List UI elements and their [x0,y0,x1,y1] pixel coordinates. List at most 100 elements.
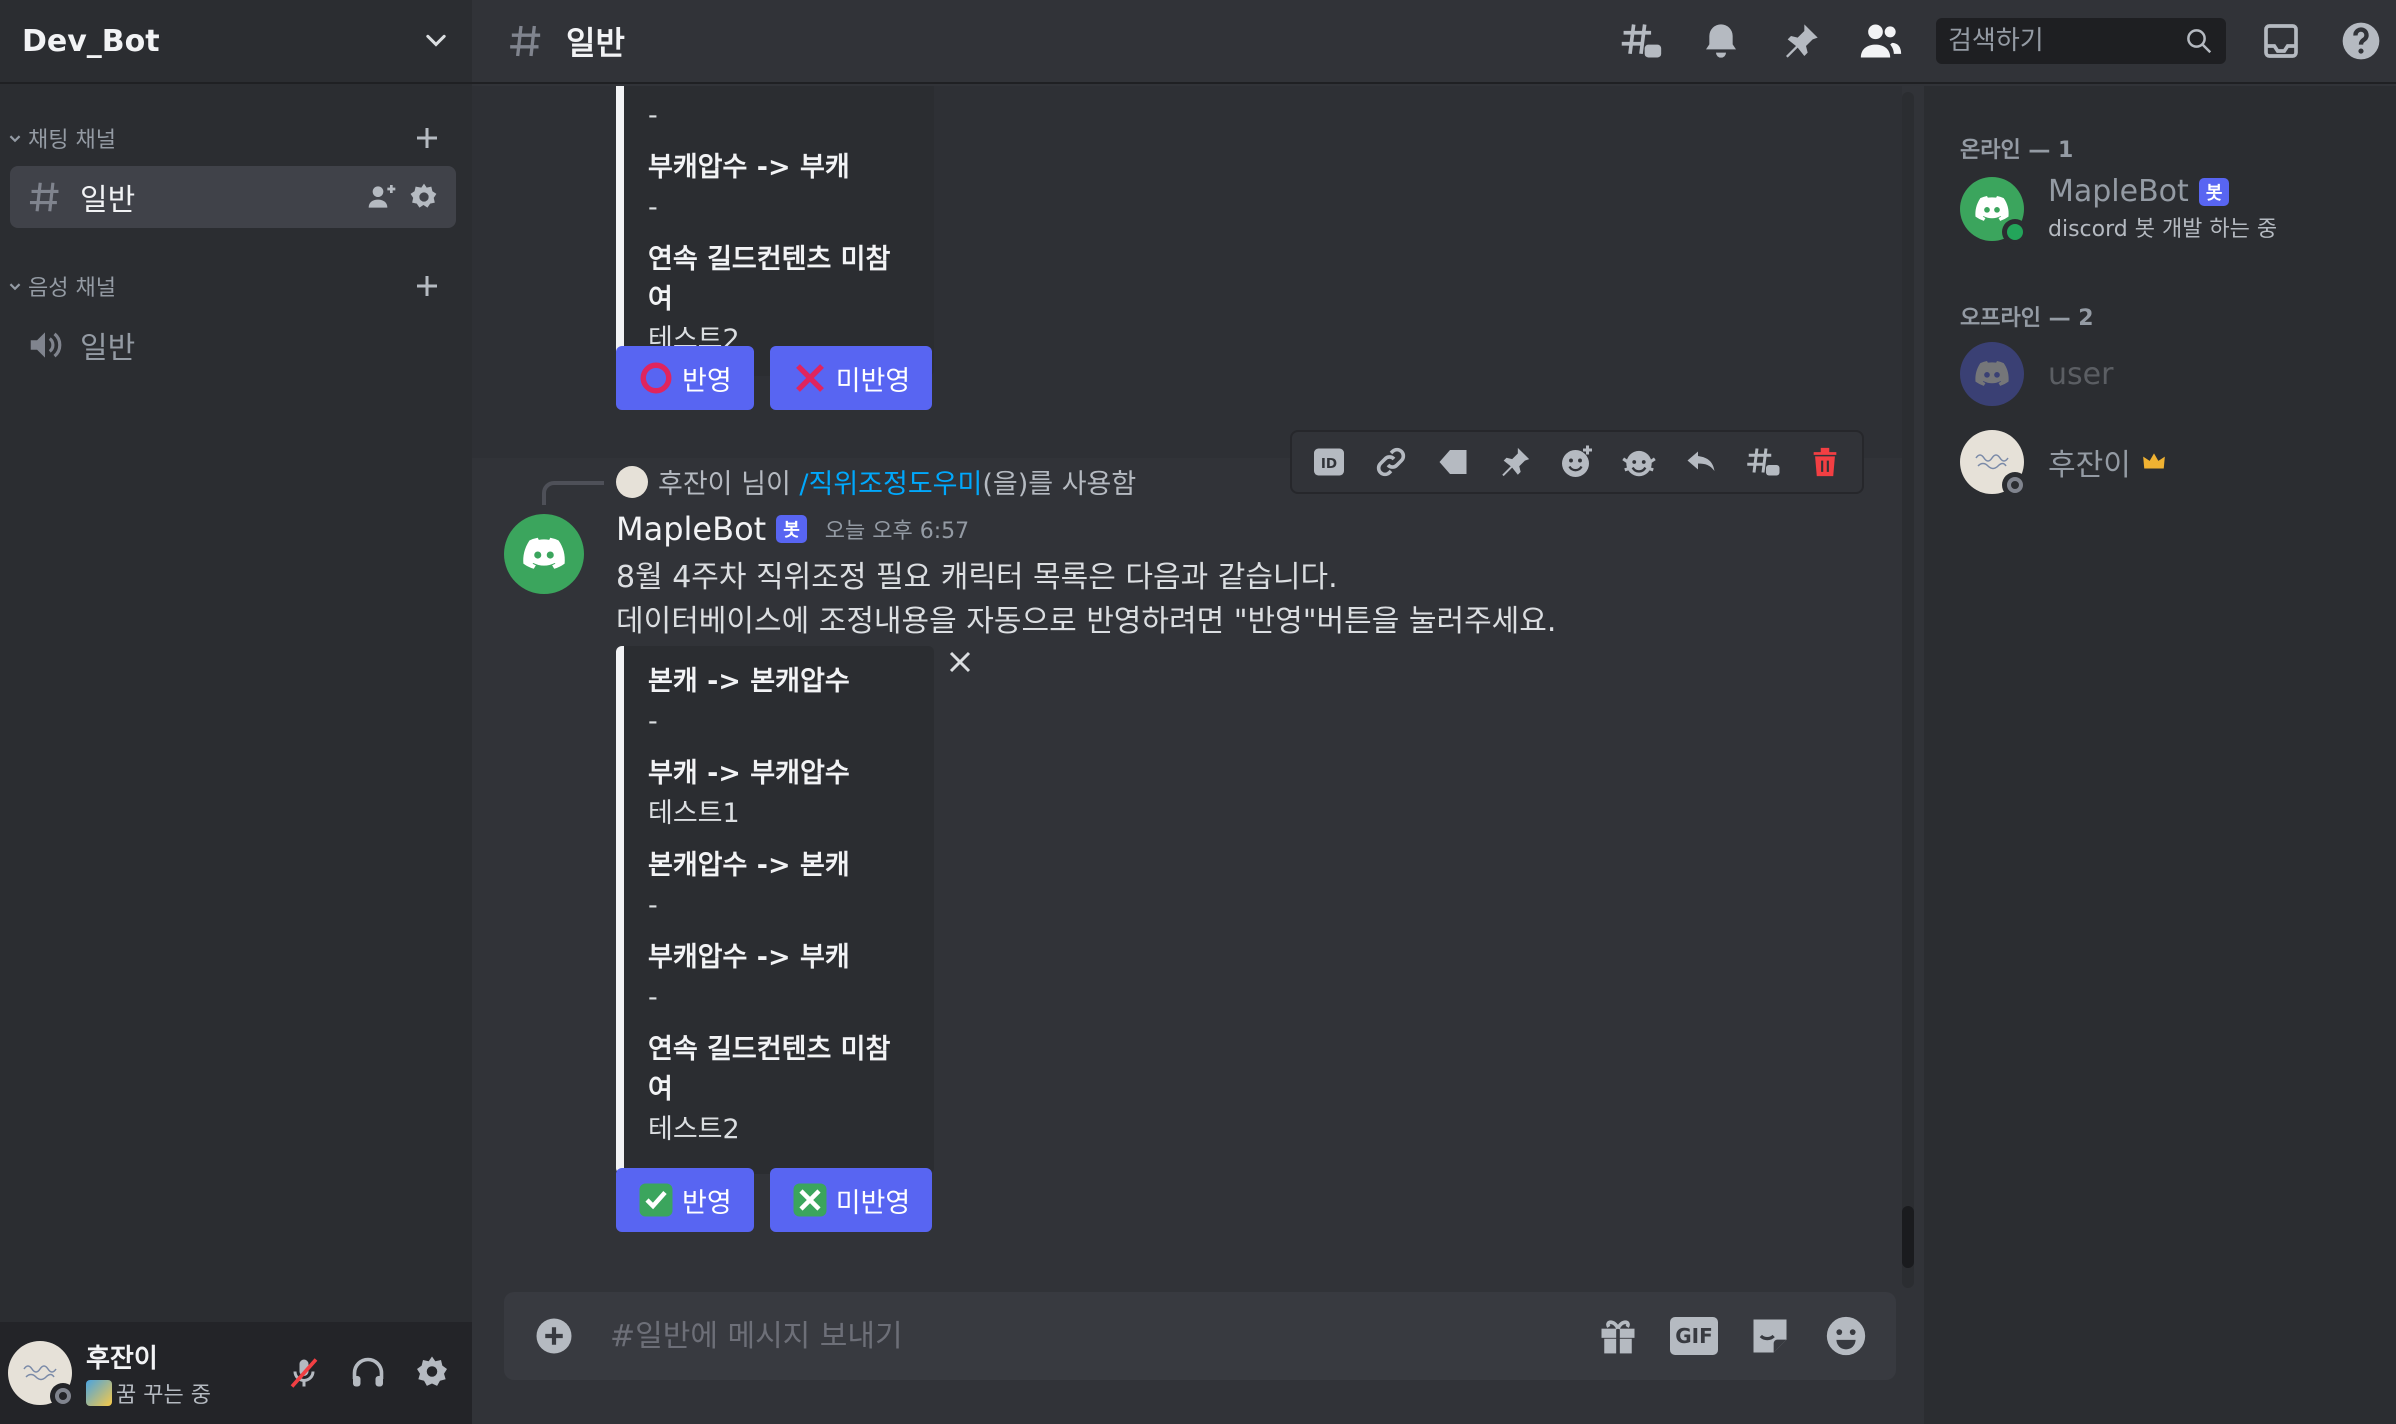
embed-field-value: - [648,192,658,223]
status-offline-indicator [2002,472,2028,498]
scrollbar-thumb[interactable] [1902,1206,1914,1268]
notification-settings-button[interactable] [1696,16,1746,66]
member-item[interactable]: MapleBot 봇 discord 봇 개발 하는 중 [1960,174,2277,245]
interaction-user[interactable]: 후잔이 [658,462,733,501]
gift-button[interactable] [1588,1306,1648,1366]
server-header[interactable]: Dev_Bot [0,0,472,84]
message-timestamp: 오늘 오후 6:57 [824,519,970,544]
category-voice-channels[interactable]: 음성 채널 [0,266,472,306]
embed-field-name: 본캐 -> 본캐압수 [648,666,850,697]
threads-button[interactable] [1616,16,1666,66]
category-label: 채팅 채널 [28,128,116,153]
apply-button[interactable]: 반영 [616,346,754,410]
embed-field-value: - [648,706,658,737]
search-input[interactable] [1948,26,2184,56]
embed-field-name: 연속 길드컨텐츠 미참여 [648,244,891,315]
trash-icon [1813,447,1837,477]
pinned-messages-button[interactable] [1776,16,1826,66]
inbox-icon [2264,24,2298,58]
sticker-icon [1753,1319,1787,1353]
embed-field-value: 테스트1 [648,798,740,829]
upload-button[interactable] [524,1306,584,1366]
deafen-button[interactable] [336,1341,400,1405]
avatar [1960,430,2028,498]
reject-button[interactable]: 미반영 [769,1168,933,1232]
command-interaction-line[interactable]: 후잔이 님이 /직위조정도우미 (을)를 사용함 [616,462,1136,501]
invite-user-icon[interactable] [366,181,398,213]
message-input[interactable] [610,1318,1572,1354]
message-list: - 부캐압수 -> 부캐 - 연속 길드컨텐츠 미참여 테스트2 반영 미반영 … [472,86,1924,1326]
sticker-button[interactable] [1740,1306,1800,1366]
emoji-button[interactable] [1816,1306,1876,1366]
copy-link-button[interactable] [1367,438,1415,486]
add-channel-icon[interactable] [412,123,442,153]
channel-general-text[interactable]: 일반 [10,166,456,228]
apply-button[interactable]: 반영 [616,1168,754,1232]
help-icon [2342,22,2380,60]
member-name: MapleBot [2048,174,2189,209]
help-button[interactable] [2336,16,2386,66]
avatar[interactable] [8,1341,76,1409]
embed-field-value: - [648,890,658,921]
chevron-down-icon [9,283,21,291]
member-list-button[interactable] [1856,16,1906,66]
add-reaction-button[interactable] [1553,438,1601,486]
avatar [1960,342,2024,406]
message-author[interactable]: MapleBot [616,510,766,548]
user-info[interactable]: 후잔이 꿈 꾸는 중 [86,1338,272,1409]
gif-button[interactable]: GIF [1664,1306,1724,1366]
super-reaction-button[interactable] [1615,438,1663,486]
add-channel-icon[interactable] [412,271,442,301]
chevron-down-icon[interactable] [422,27,450,55]
gift-icon [1601,1320,1635,1355]
embed-field-value: - [648,982,658,1013]
message-text-line: 8월 4주차 직위조정 필요 캐릭터 목록은 다음과 같습니다. [616,560,1338,595]
category-label: 음성 채널 [28,276,116,301]
member-info: MapleBot 봇 discord 봇 개발 하는 중 [2048,174,2277,243]
bot-badge: 봇 [2198,177,2230,206]
headphones-icon [352,1357,384,1387]
bot-avatar[interactable] [504,514,584,594]
mark-unread-button[interactable] [1429,438,1477,486]
copy-id-button[interactable]: ID [1305,438,1353,486]
member-item[interactable]: user [1960,342,2113,406]
discord-logo-icon [523,537,565,569]
embed-field-value: 테스트2 [648,1114,740,1145]
pin-message-button[interactable] [1491,438,1539,486]
id-icon: ID [1314,448,1344,476]
add-reaction-icon [1562,445,1592,477]
interaction-command[interactable]: /직위조정도우미 [799,462,982,501]
reply-button[interactable] [1677,438,1725,486]
search-box[interactable] [1936,18,2226,64]
mute-button[interactable] [272,1341,336,1405]
link-icon [1376,447,1406,477]
delete-message-button[interactable] [1801,438,1849,486]
hashtag-icon [29,182,59,212]
message-embed: 본캐 -> 본캐압수 - 부캐 -> 부캐압수 테스트1 본캐압수 -> 본캐 … [616,646,934,1174]
scrollbar[interactable] [1902,92,1914,1288]
channel-header: 일반 [472,0,2396,84]
channel-label: 일반 [80,183,136,218]
threads-icon [1621,24,1662,58]
user-panel: 후잔이 꿈 꾸는 중 [0,1322,472,1424]
channel-general-voice[interactable]: 일반 [10,314,456,376]
member-name: 후잔이 [2048,448,2131,483]
avatar [616,465,648,498]
dismiss-embed-button[interactable] [942,644,978,680]
super-reaction-icon [1622,450,1656,477]
button-label: 미반영 [835,365,911,397]
button-label: 반영 [682,1187,732,1219]
gear-icon [417,1356,447,1386]
inbox-button[interactable] [2256,16,2306,66]
member-item[interactable]: 후잔이 [1960,430,2167,498]
category-text-channels[interactable]: 채팅 채널 [0,118,472,158]
gear-icon[interactable] [408,181,440,213]
user-settings-button[interactable] [400,1341,464,1405]
create-thread-button[interactable] [1739,438,1787,486]
embed-field-name: 부캐압수 -> 부캐 [648,942,850,973]
member-name-row: 후잔이 [2048,440,2167,484]
user-name: 후잔이 [86,1343,158,1374]
reply-icon [1687,451,1715,471]
reject-button[interactable]: 미반영 [769,346,933,410]
user-status-text: 꿈 꾸는 중 [116,1382,211,1408]
